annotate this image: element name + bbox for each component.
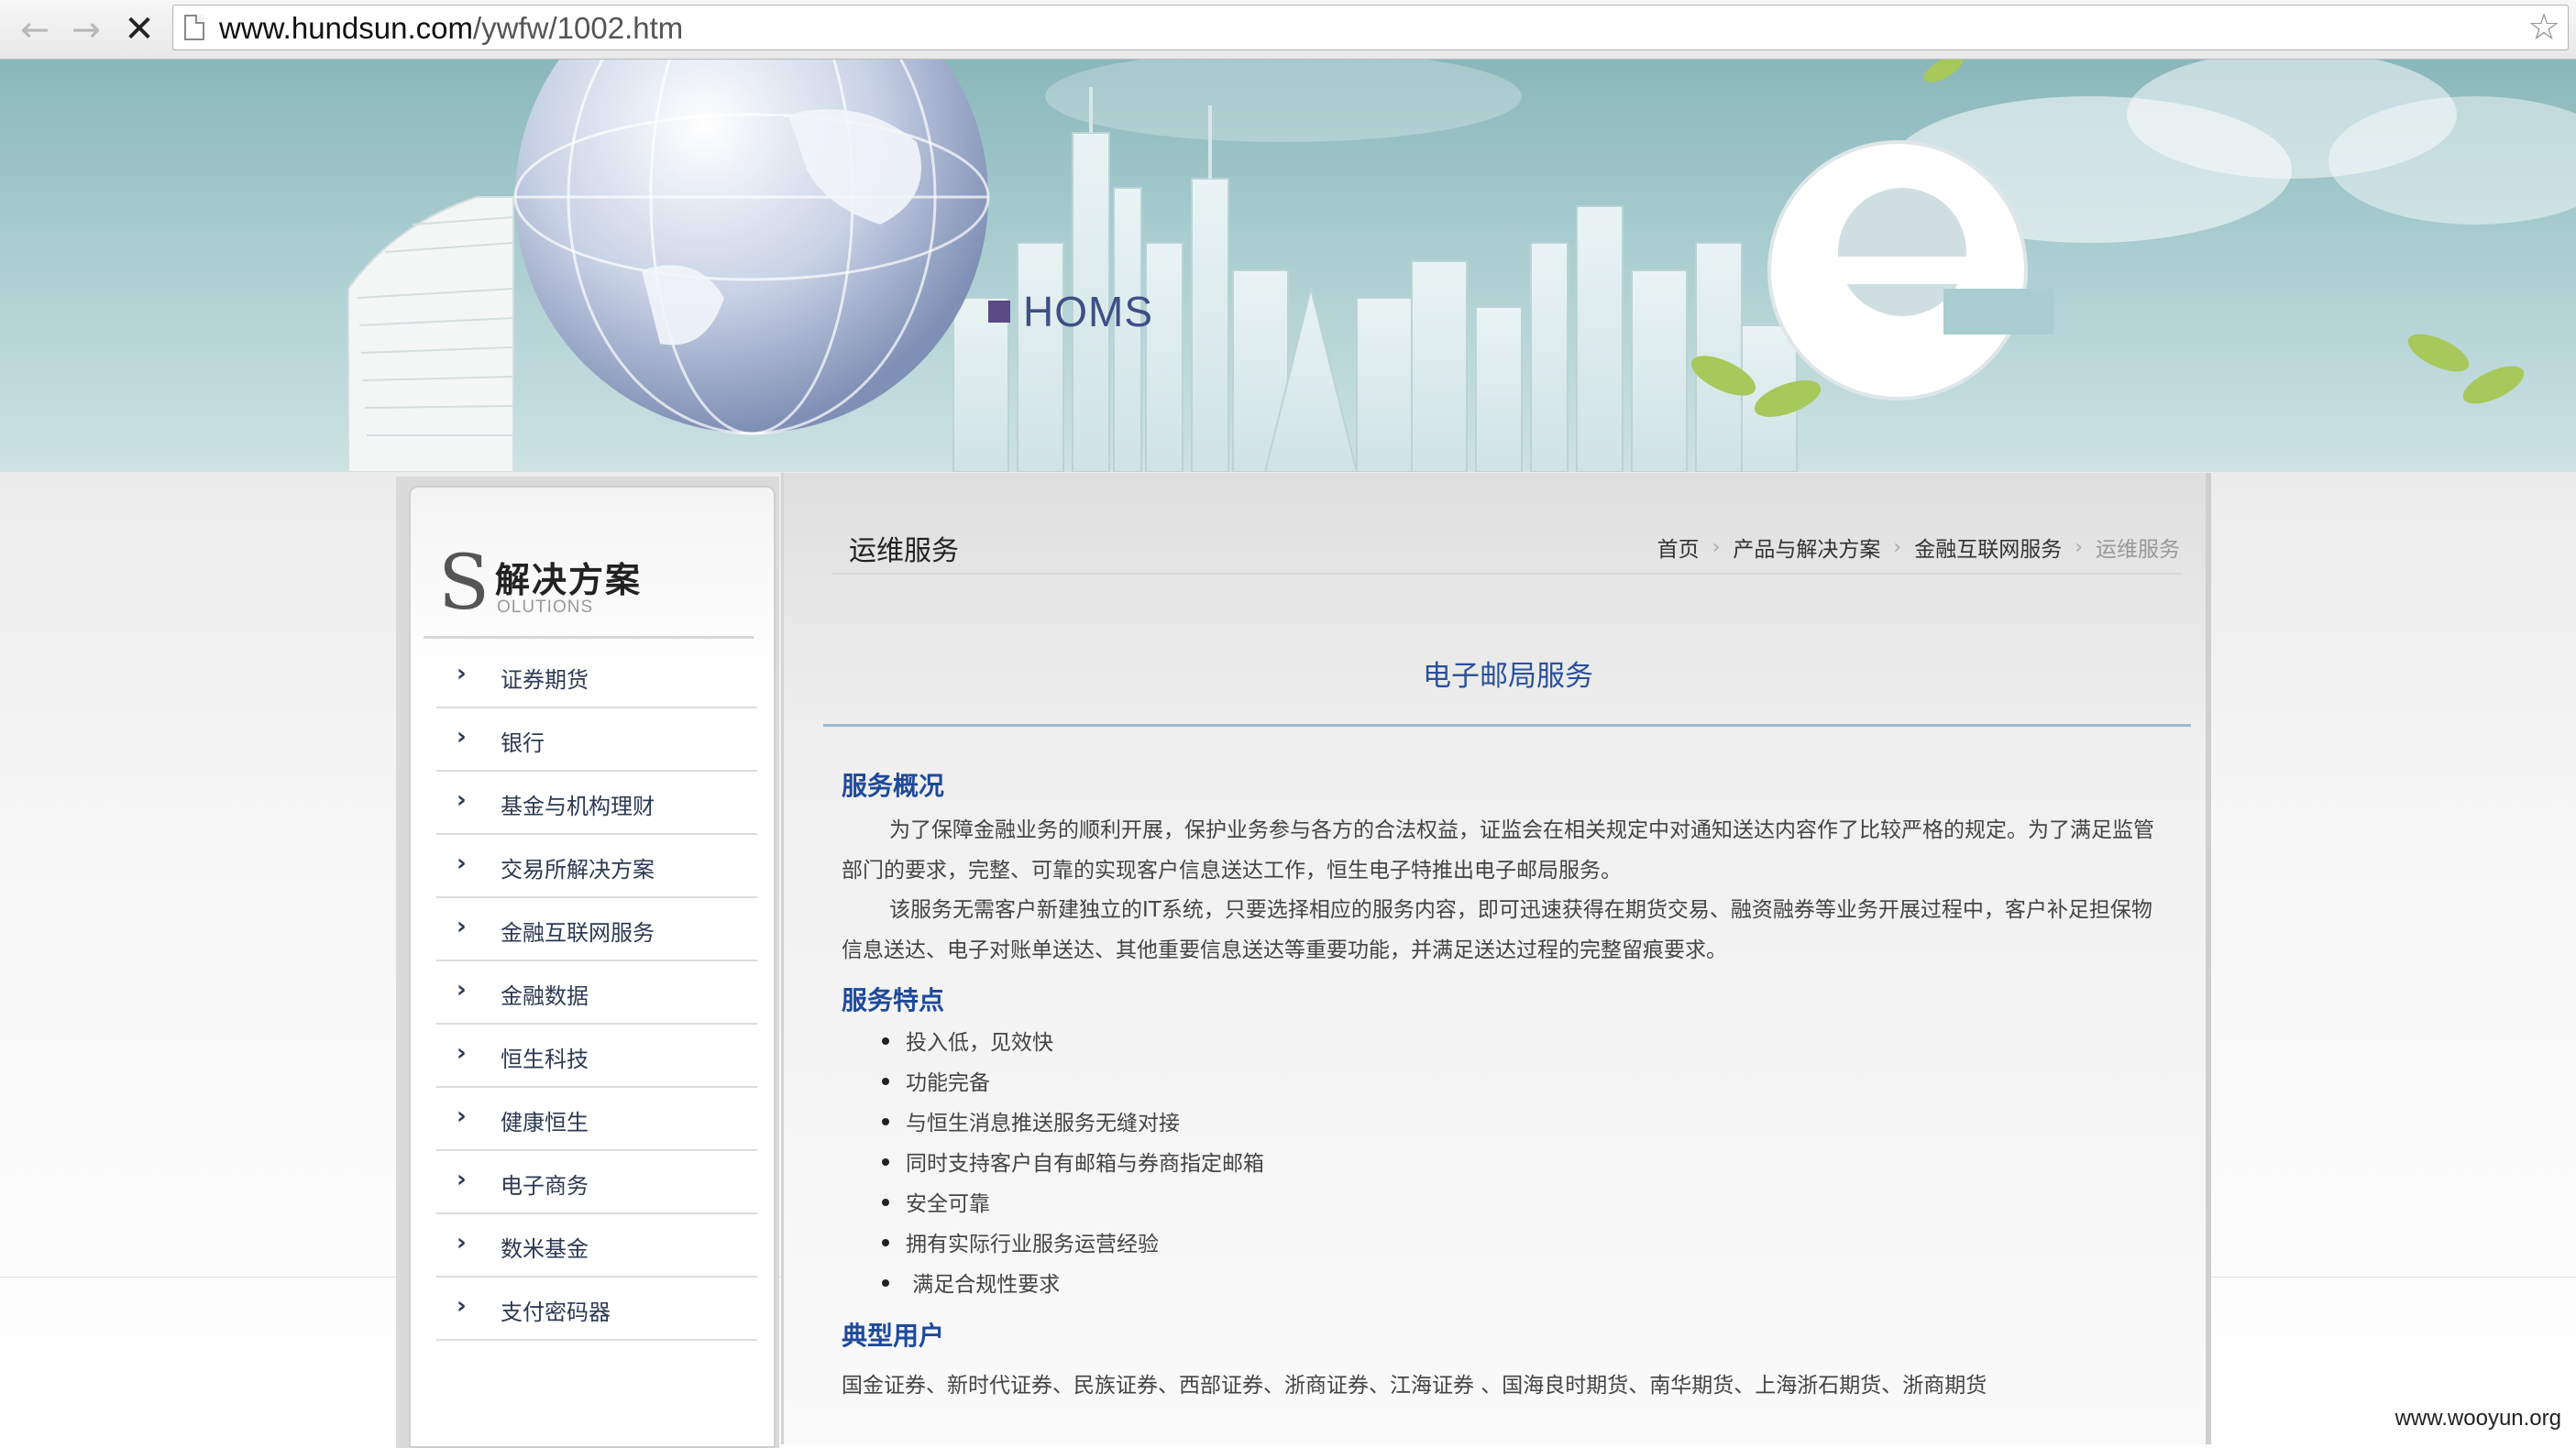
address-bar[interactable]: www.hundsun.com/ywfw/1002.htm ☆: [172, 5, 2569, 50]
users-text: 国金证券、新时代证券、民族证券、西部证券、浙商证券、江海证券 、国海良时期货、南…: [842, 1374, 1987, 1398]
back-arrow-icon[interactable]: ←: [13, 7, 57, 51]
breadcrumb-current: 运维服务: [2096, 538, 2180, 562]
sidebar: S 解决方案 OLUTIONS › 证券期货 › 银行 › 基金与机构理财 › 交易所解…: [409, 486, 776, 1448]
chevron-right-icon: ›: [457, 1166, 467, 1193]
sidebar-item-securities-futures[interactable]: › 证券期货: [436, 645, 757, 708]
section-title: 运维服务: [849, 535, 959, 567]
sidebar-item-ecommerce[interactable]: › 电子商务: [436, 1151, 757, 1214]
sidebar-item-health[interactable]: › 健康恒生: [436, 1088, 757, 1151]
users-heading: 典型用户: [842, 1321, 945, 1351]
list-item: 与恒生消息推送服务无缝对接: [880, 1105, 1264, 1146]
chevron-right-icon: ›: [457, 786, 467, 814]
bookmark-star-icon[interactable]: ☆: [2527, 9, 2560, 46]
chevron-right-icon: ›: [457, 660, 467, 687]
stop-loading-icon[interactable]: ✕: [117, 7, 161, 51]
chevron-right-icon: ›: [457, 913, 467, 940]
browser-toolbar: ← → ✕ www.hundsun.com/ywfw/1002.htm ☆: [0, 0, 2576, 60]
sidebar-title-letter: S: [438, 540, 490, 627]
overview-heading: 服务概况: [842, 771, 945, 801]
sidebar-title-text: 解决方案: [495, 560, 643, 600]
chevron-right-icon: ›: [457, 976, 467, 1004]
chevron-right-icon: ›: [457, 1229, 467, 1256]
features-list: 投入低，见效快 功能完备 与恒生消息推送服务无缝对接 同时支持客户自有邮箱与券商…: [880, 1025, 1264, 1307]
sidebar-item-shumi-fund[interactable]: › 数米基金: [436, 1214, 757, 1278]
breadcrumb-internet-finance-link[interactable]: 金融互联网服务: [1914, 532, 2062, 563]
sidebar-subtitle: OLUTIONS: [497, 598, 594, 617]
banner-label: HOMS: [988, 287, 1153, 336]
watermark: www.wooyun.org: [2394, 1406, 2561, 1431]
title-divider: [823, 724, 2191, 727]
sidebar-item-internet-finance[interactable]: › 金融互联网服务: [436, 898, 757, 961]
features-heading: 服务特点: [842, 985, 945, 1015]
header-divider: [832, 573, 2182, 575]
chevron-right-icon: ›: [457, 850, 467, 877]
forward-arrow-icon[interactable]: →: [64, 7, 108, 51]
sidebar-title: S 解决方案 OLUTIONS: [438, 546, 750, 621]
list-item: 满足合规性要求: [880, 1267, 1264, 1307]
sidebar-item-financial-data[interactable]: › 金融数据: [436, 961, 757, 1025]
hero-banner: HOMS: [0, 60, 2576, 472]
list-item: 投入低，见效快: [880, 1025, 1264, 1065]
banner-illustration: [347, 60, 2576, 472]
staircase-graphic: [347, 196, 514, 472]
chevron-right-icon: ›: [457, 1039, 467, 1067]
breadcrumb: 首页 › 产品与解决方案 › 金融互联网服务 › 运维服务: [1657, 532, 2180, 563]
list-item: 功能完备: [880, 1065, 1264, 1105]
url-text[interactable]: www.hundsun.com/ywfw/1002.htm: [219, 11, 683, 46]
chevron-right-icon: ›: [457, 723, 467, 751]
list-item: 同时支持客户自有邮箱与券商指定邮箱: [880, 1146, 1264, 1186]
sidebar-item-exchange[interactable]: › 交易所解决方案: [436, 835, 757, 898]
sidebar-menu: › 证券期货 › 银行 › 基金与机构理财 › 交易所解决方案 › 金融互联网服务 › 金融…: [411, 645, 774, 1341]
overview-paragraph-2: 该服务无需客户新建独立的IT系统，只要选择相应的服务内容，即可迅速获得在期货交易…: [842, 898, 2152, 962]
list-item: 拥有实际行业服务运营经验: [880, 1226, 1264, 1267]
article-title: 电子邮局服务: [1423, 660, 1593, 693]
chevron-right-icon: ›: [2075, 535, 2083, 559]
sidebar-item-hundsun-tech[interactable]: › 恒生科技: [436, 1025, 757, 1088]
page-icon: [184, 15, 204, 40]
chevron-right-icon: ›: [457, 1292, 467, 1320]
sidebar-divider: [424, 636, 754, 639]
globe-graphic: [513, 60, 990, 435]
overview-paragraph-1: 为了保障金融业务的顺利开展，保护业务参与各方的合法权益，证监会在相关规定中对通知…: [842, 818, 2154, 883]
chevron-right-icon: ›: [1712, 535, 1721, 559]
list-item: 安全可靠: [880, 1186, 1264, 1226]
square-bullet-icon: [988, 301, 1010, 323]
breadcrumb-home-link[interactable]: 首页: [1657, 532, 1700, 563]
chevron-right-icon: ›: [1893, 535, 1902, 559]
chevron-right-icon: ›: [457, 1102, 467, 1130]
sidebar-item-fund-wealth[interactable]: › 基金与机构理财: [436, 772, 757, 835]
sidebar-item-payment-password[interactable]: › 支付密码器: [436, 1278, 757, 1341]
sidebar-item-bank[interactable]: › 银行: [436, 708, 757, 772]
breadcrumb-products-link[interactable]: 产品与解决方案: [1733, 532, 1880, 563]
